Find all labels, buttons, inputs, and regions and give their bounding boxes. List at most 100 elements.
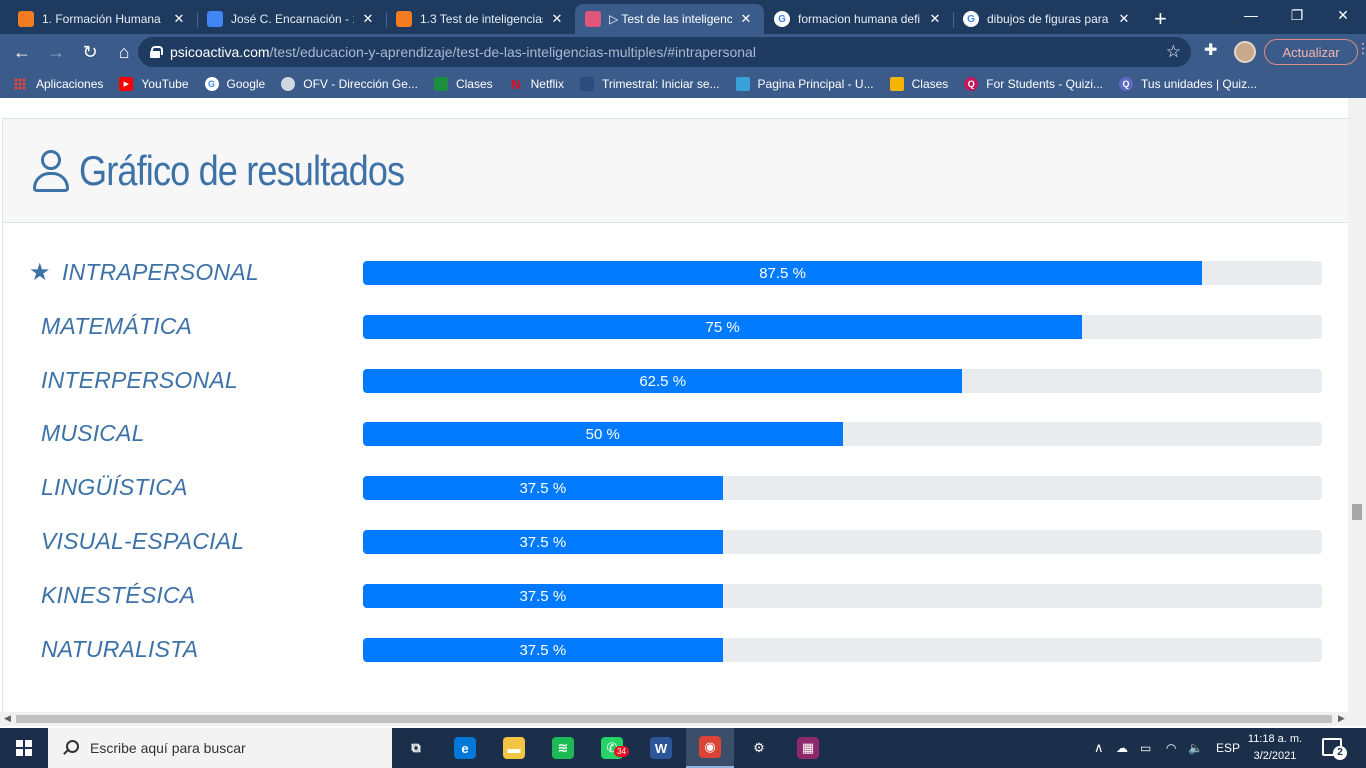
forward-icon[interactable]: → xyxy=(40,36,72,68)
bookmark-item[interactable]: N Netflix xyxy=(509,77,564,92)
bookmark-item[interactable]: Q Tus unidades | Quiz... xyxy=(1119,77,1257,91)
browser-tab[interactable]: Gformacion humana defi ✕ xyxy=(764,4,953,34)
back-icon[interactable]: ← xyxy=(6,36,38,68)
browser-tab[interactable]: José C. Encarnación - 1. ✕ xyxy=(197,4,386,34)
tab-close-icon[interactable]: ✕ xyxy=(927,11,943,27)
taskbar-app[interactable]: ⚙ xyxy=(735,728,783,768)
clock[interactable]: 11:18 a. m. 3/2/2021 xyxy=(1244,731,1306,765)
new-tab-button[interactable]: + xyxy=(1142,4,1179,34)
chrome-icon: ◉ xyxy=(699,736,721,758)
user-icon xyxy=(31,148,71,194)
scroll-left-icon[interactable]: ◀ xyxy=(4,713,11,724)
globe-icon xyxy=(281,77,296,91)
taskbar-app[interactable]: ≋ xyxy=(539,728,587,768)
file-explorer-icon: ▬ xyxy=(503,737,525,759)
progress-track: 62.5 % xyxy=(363,369,1322,393)
minimize-button[interactable]: — xyxy=(1228,0,1274,30)
browser-tab[interactable]: 1. Formación Humana ✕ xyxy=(8,4,197,34)
taskbar-app[interactable]: ✆ 34 xyxy=(588,728,636,768)
taskbar-app[interactable]: e xyxy=(441,728,489,768)
tab-title: 1.3 Test de inteligencias xyxy=(420,12,543,26)
address-bar[interactable]: psicoactiva.com/test/educacion-y-aprendi… xyxy=(138,37,1191,67)
wifi-icon[interactable]: ◠ xyxy=(1166,728,1176,768)
horizontal-scrollbar[interactable]: ◀ ▶ xyxy=(0,712,1366,726)
browser-tab[interactable]: 1.3 Test de inteligencias ✕ xyxy=(386,4,575,34)
progress-track: 37.5 % xyxy=(363,476,1322,500)
classroom-icon xyxy=(433,77,448,91)
bookmark-item[interactable]: OFV - Dirección Ge... xyxy=(281,77,418,91)
taskbar-app[interactable]: ⧉ xyxy=(392,728,440,768)
progress-bar: 37.5 % xyxy=(363,476,723,500)
bookmark-item[interactable]: ▶ YouTube xyxy=(119,77,189,91)
menu-icon[interactable]: ⋮ xyxy=(1356,40,1366,57)
tab-close-icon[interactable]: ✕ xyxy=(738,11,754,27)
volume-icon[interactable]: 🔈 xyxy=(1188,728,1203,768)
search-placeholder: Escribe aquí para buscar xyxy=(90,740,246,756)
results-card: Gráfico de resultados xyxy=(2,118,1348,712)
close-window-button[interactable]: ✕ xyxy=(1320,0,1366,30)
progress-track: 75 % xyxy=(363,315,1322,339)
language-indicator[interactable]: ESP xyxy=(1216,728,1240,768)
tab-close-icon[interactable]: ✕ xyxy=(171,11,187,27)
bookmark-item[interactable]: Clases xyxy=(433,77,493,91)
taskbar-app[interactable]: ▬ xyxy=(490,728,538,768)
bookmark-label: Google xyxy=(226,77,266,91)
bookmark-item[interactable]: Q For Students - Quizi... xyxy=(964,77,1103,91)
vertical-scroll-thumb[interactable] xyxy=(1352,504,1362,520)
browser-tab[interactable]: Gdibujos de figuras para ✕ xyxy=(953,4,1142,34)
result-row: KINESTÉSICA 37.5 % xyxy=(0,582,1346,608)
bookmark-star-icon[interactable]: ☆ xyxy=(1166,42,1181,62)
update-button[interactable]: Actualizar xyxy=(1264,39,1358,65)
profile-avatar[interactable] xyxy=(1234,41,1256,63)
url-host: psicoactiva.com xyxy=(170,44,270,60)
taskbar-app[interactable]: ▦ xyxy=(784,728,832,768)
start-button[interactable] xyxy=(0,728,48,768)
home-icon[interactable]: ⌂ xyxy=(108,36,140,68)
page-title: Gráfico de resultados xyxy=(79,146,405,194)
progress-bar: 62.5 % xyxy=(363,369,963,393)
result-label: INTRAPERSONAL xyxy=(62,259,259,285)
horizontal-scroll-thumb[interactable] xyxy=(16,715,1332,723)
bookmark-label: YouTube xyxy=(141,77,189,91)
browser-tab[interactable]: ▷ Test de las inteligenc ✕ xyxy=(575,4,764,34)
search-icon xyxy=(62,740,79,756)
bookmark-label: Pagina Principal - U... xyxy=(757,77,874,91)
moodle-icon xyxy=(396,11,412,27)
apps-icon xyxy=(14,78,26,90)
taskbar-app[interactable]: ◉ xyxy=(686,728,734,768)
quizizz-icon: Q xyxy=(964,77,979,91)
progress-track: 37.5 % xyxy=(363,584,1322,608)
scroll-right-icon[interactable]: ▶ xyxy=(1338,713,1345,724)
extensions-icon[interactable]: ✚ xyxy=(1204,40,1217,60)
unread-badge: 34 xyxy=(614,746,629,757)
result-row: LINGÜÍSTICA 37.5 % xyxy=(0,474,1346,500)
tray-chevron-icon[interactable]: ∧ xyxy=(1094,728,1104,768)
taskbar-search-input[interactable]: Escribe aquí para buscar xyxy=(48,728,392,768)
lock-icon xyxy=(150,46,163,58)
reload-icon[interactable]: ↻ xyxy=(74,36,106,68)
tab-close-icon[interactable]: ✕ xyxy=(1116,11,1132,27)
result-label: MUSICAL xyxy=(41,420,145,446)
vertical-scrollbar[interactable] xyxy=(1348,98,1366,712)
bookmark-item[interactable]: Pagina Principal - U... xyxy=(735,77,874,91)
bookmarks-bar: Aplicaciones ▶ YouTube G Google OFV - Direcci… xyxy=(0,70,1366,98)
star-icon: ★ xyxy=(29,259,51,286)
bookmark-item[interactable]: Trimestral: Iniciar se... xyxy=(579,77,720,91)
tab-title: 1. Formación Humana xyxy=(42,12,161,26)
progress-bar: 87.5 % xyxy=(363,261,1203,285)
battery-icon[interactable]: ▭ xyxy=(1140,728,1151,768)
progress-track: 50 % xyxy=(363,422,1322,446)
psicoactiva-icon xyxy=(585,11,601,27)
bookmark-item[interactable]: Aplicaciones xyxy=(14,77,103,91)
tab-close-icon[interactable]: ✕ xyxy=(549,11,565,27)
tab-close-icon[interactable]: ✕ xyxy=(360,11,376,27)
onedrive-icon[interactable]: ☁ xyxy=(1116,728,1128,768)
docs-icon xyxy=(207,11,223,27)
bookmark-item[interactable]: Clases xyxy=(889,77,948,91)
edge-icon: e xyxy=(454,737,476,759)
progress-bar: 37.5 % xyxy=(363,584,723,608)
bookmark-label: OFV - Dirección Ge... xyxy=(303,77,418,91)
maximize-button[interactable]: ❐ xyxy=(1274,0,1320,30)
taskbar-app[interactable]: W xyxy=(637,728,685,768)
bookmark-item[interactable]: G Google xyxy=(204,77,266,91)
